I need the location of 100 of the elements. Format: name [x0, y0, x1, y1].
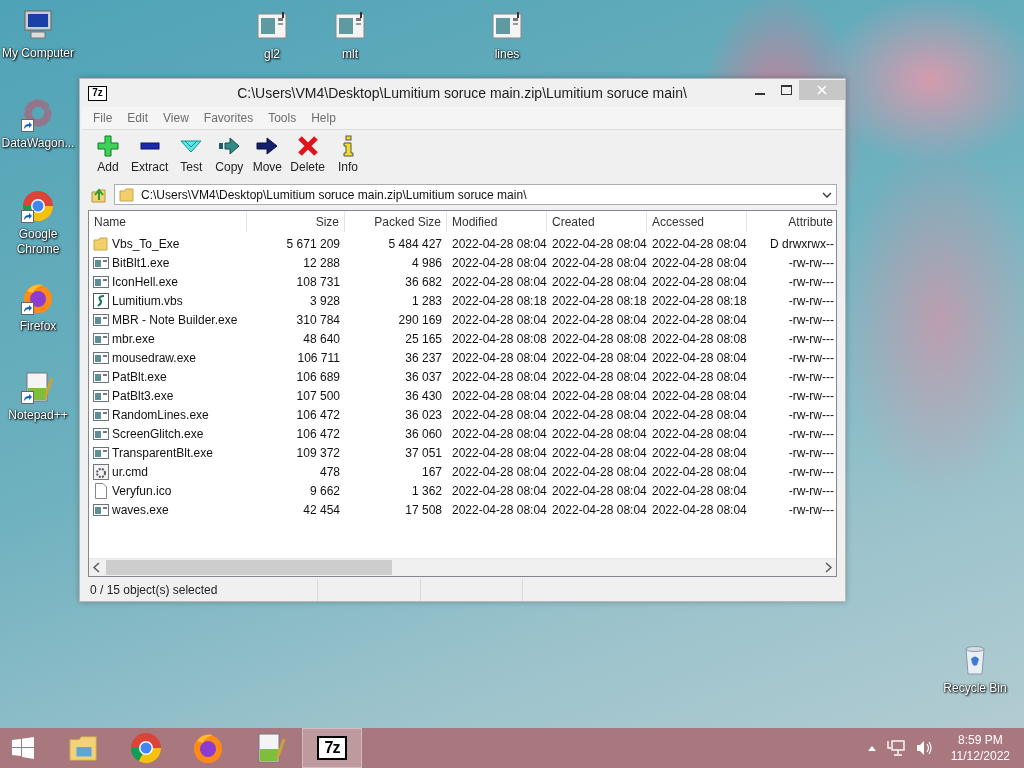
arrow-icon	[255, 134, 280, 158]
toolbar-button[interactable]: Delete	[287, 134, 329, 180]
table-cell-text: 9 662	[308, 483, 341, 498]
table-cell-text: 2022-04-28 08:04	[451, 312, 547, 327]
file-name[interactable]: mbr.exe	[112, 331, 155, 346]
toolbar-button[interactable]: Info	[330, 134, 367, 180]
taskbar-button[interactable]: 7z	[302, 728, 362, 768]
table-cell-text: 25 165	[404, 331, 443, 346]
gear-window-icon	[93, 463, 109, 480]
column-header[interactable]: Accessed	[647, 211, 747, 232]
table-cell-text: 2022-04-28 08:04	[651, 388, 747, 403]
table-cell-text: 48 640	[302, 331, 341, 346]
column-header[interactable]: Size	[247, 211, 345, 232]
column-header[interactable]: Name	[89, 211, 247, 232]
table-cell-text: 2022-04-28 08:04	[651, 426, 747, 441]
table-cell-text: 107 500	[295, 388, 341, 403]
file-name[interactable]: Vbs_To_Exe	[112, 236, 180, 251]
table-cell-text: 2022-04-28 08:04	[551, 388, 647, 403]
table-cell-text: 2022-04-28 08:04	[551, 464, 647, 479]
file-name[interactable]: TransparentBlt.exe	[112, 445, 213, 460]
menu-item[interactable]: Edit	[120, 109, 157, 127]
table-cell-text: 3 928	[308, 293, 341, 308]
table-cell-text: -rw-rw---	[787, 293, 835, 308]
toolbar-button[interactable]: Extract	[128, 134, 172, 180]
table-cell-text: 108 731	[295, 274, 341, 289]
address-field[interactable]: C:\Users\VM4\Desktop\Lumitium soruce main.zip\Lumitium soruce main\	[114, 184, 837, 205]
plus-icon	[96, 134, 120, 158]
file-name[interactable]: BitBlt1.exe	[112, 255, 170, 270]
program-window-icon	[93, 254, 109, 271]
table-cell-text: 2022-04-28 08:04	[451, 502, 547, 517]
file-name[interactable]: RandomLines.exe	[112, 407, 209, 422]
table-cell-text: 2022-04-28 08:04	[651, 407, 747, 422]
desktop-icon-label: lines	[494, 47, 520, 62]
table-cell-text: -rw-rw---	[787, 445, 835, 460]
table-cell-text: 2022-04-28 08:04	[451, 464, 547, 479]
folder-icon	[93, 235, 109, 252]
column-header[interactable]: Attribute	[747, 211, 836, 232]
table-cell-text: -rw-rw---	[787, 255, 835, 270]
table-cell-text: 2022-04-28 08:04	[651, 236, 747, 251]
table-cell-text: 2022-04-28 08:04	[551, 445, 647, 460]
menu-item[interactable]: Favorites	[196, 109, 262, 127]
file-name[interactable]: ur.cmd	[112, 464, 148, 479]
table-cell-text: 2022-04-28 08:04	[651, 464, 747, 479]
file-name[interactable]: MBR - Note Builder.exe	[112, 312, 238, 327]
caret-up-icon[interactable]	[866, 744, 877, 752]
close-icon	[295, 134, 320, 158]
file-name[interactable]: PatBlt.exe	[112, 369, 167, 384]
desktop-icon-label: Recycle Bin	[943, 681, 1007, 696]
menu-item[interactable]: Tools	[261, 109, 305, 127]
desktop-icon-label: DataWagon...	[1, 136, 75, 151]
column-header[interactable]: Packed Size	[345, 211, 447, 232]
table-cell-text: 2022-04-28 08:04	[651, 274, 747, 289]
program-window-icon	[93, 311, 109, 328]
file-name[interactable]: PatBlt3.exe	[112, 388, 174, 403]
table-cell-text: 36 037	[404, 369, 443, 384]
menu-item[interactable]: View	[156, 109, 197, 127]
toolbar-button[interactable]: Add	[90, 134, 126, 180]
desktop-icon-label: gl2	[264, 47, 280, 62]
table-cell-text: -rw-rw---	[787, 274, 835, 289]
file-name[interactable]: Lumitium.vbs	[112, 293, 183, 308]
table-cell-text: 36 060	[404, 426, 443, 441]
archiver-logo: 7z	[317, 736, 347, 760]
table-cell-text: 109 372	[295, 445, 341, 460]
table-cell-text: -rw-rw---	[787, 312, 835, 327]
file-name[interactable]: IconHell.exe	[112, 274, 179, 289]
table-cell-text: 2022-04-28 08:08	[551, 331, 647, 346]
table-cell-text: 290 169	[397, 312, 443, 327]
folder-icon	[119, 186, 135, 203]
file-name[interactable]: ScreenGlitch.exe	[112, 426, 204, 441]
clock[interactable]: 8:59 PM 11/12/2022	[950, 732, 1010, 764]
desktop-icon-label: Google Chrome	[15, 227, 61, 257]
network-icon[interactable]	[886, 739, 905, 757]
toolbar-button[interactable]: Copy	[211, 134, 248, 180]
file-name[interactable]: waves.exe	[112, 502, 169, 517]
volume-icon[interactable]	[914, 739, 933, 757]
table-cell-text: 2022-04-28 08:04	[551, 255, 647, 270]
table-cell-text: 2022-04-28 08:18	[551, 293, 647, 308]
browser-icon	[129, 731, 163, 765]
program-window-icon	[93, 406, 109, 423]
toolbar-button[interactable]: Test	[173, 134, 210, 180]
file-name[interactable]: Veryfun.ico	[112, 483, 172, 498]
column-header[interactable]: Created	[547, 211, 647, 232]
table-cell-text: 2022-04-28 08:04	[451, 255, 547, 270]
table-cell-text: 2022-04-28 08:18	[451, 293, 547, 308]
table-cell-text: 2022-04-28 08:04	[551, 350, 647, 365]
scrollbar-thumb[interactable]	[106, 560, 392, 575]
toolbar-button[interactable]: Move	[249, 134, 286, 180]
table-cell-text: 2022-04-28 08:04	[451, 445, 547, 460]
arrow-icon	[217, 134, 242, 158]
clock-time: 8:59 PM	[958, 732, 1003, 748]
horizontal-scrollbar[interactable]	[89, 558, 836, 576]
table-cell-text: -rw-rw---	[787, 464, 835, 479]
menu-item[interactable]: Help	[304, 109, 344, 127]
table-cell-text: 106 472	[295, 426, 341, 441]
file-name[interactable]: mousedraw.exe	[112, 350, 197, 365]
column-header[interactable]: Modified	[447, 211, 547, 232]
menu-item[interactable]: File	[86, 109, 121, 127]
table-cell-text: 2022-04-28 08:04	[551, 312, 647, 327]
table-cell-text: 106 472	[295, 407, 341, 422]
table-cell-text: 36 682	[404, 274, 443, 289]
